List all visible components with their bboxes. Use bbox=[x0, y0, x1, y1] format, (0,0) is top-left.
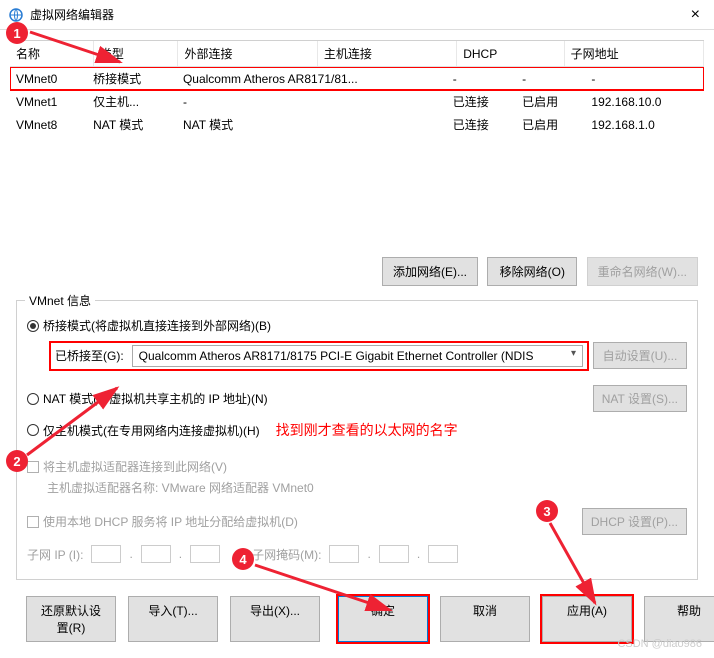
cell: NAT 模式 bbox=[177, 113, 447, 136]
callout-3: 3 bbox=[536, 500, 558, 522]
hostonly-mode-label: 仅主机模式(在专用网络内连接虚拟机)(H) bbox=[43, 422, 260, 439]
column-header[interactable]: 名称 bbox=[10, 41, 93, 67]
hostonly-mode-radio[interactable] bbox=[27, 424, 39, 436]
cell: VMnet8 bbox=[10, 113, 87, 136]
apply-button[interactable]: 应用(A) bbox=[542, 596, 632, 642]
close-button[interactable]: × bbox=[685, 6, 706, 24]
import-button[interactable]: 导入(T)... bbox=[128, 596, 218, 642]
subnet-ip-label: 子网 IP (I): bbox=[27, 546, 83, 563]
table-row[interactable]: VMnet8NAT 模式NAT 模式已连接已启用192.168.1.0 bbox=[10, 113, 704, 136]
cell: - bbox=[585, 67, 704, 90]
ok-button[interactable]: 确定 bbox=[338, 596, 428, 642]
annotation-text: 找到刚才查看的以太网的名字 bbox=[276, 420, 458, 440]
cell: 已启用 bbox=[516, 90, 585, 113]
watermark: CSDN @diao986 bbox=[617, 638, 702, 650]
bridge-mode-label: 桥接模式(将虚拟机直接连接到外部网络)(B) bbox=[43, 317, 271, 334]
subnet-mask-label: 子网掩码(M): bbox=[252, 546, 321, 563]
connect-host-adapter-label: 将主机虚拟适配器连接到此网络(V) bbox=[43, 458, 227, 475]
titlebar: 虚拟网络编辑器 × bbox=[0, 0, 714, 30]
rename-network-button: 重命名网络(W)... bbox=[587, 257, 698, 286]
nat-mode-radio[interactable] bbox=[27, 393, 39, 405]
vmnet-info-group: VMnet 信息 桥接模式(将虚拟机直接连接到外部网络)(B) 已桥接至(G):… bbox=[16, 300, 698, 580]
bridged-to-label: 已桥接至(G): bbox=[55, 347, 124, 364]
column-header[interactable]: 类型 bbox=[93, 41, 178, 67]
restore-defaults-button[interactable]: 还原默认设置(R) bbox=[26, 596, 116, 642]
cell: 已连接 bbox=[447, 113, 516, 136]
help-button[interactable]: 帮助 bbox=[644, 596, 714, 642]
remove-network-button[interactable]: 移除网络(O) bbox=[487, 257, 577, 286]
cell: Qualcomm Atheros AR8171/81... bbox=[177, 67, 447, 90]
subnet-ip-field-2 bbox=[141, 545, 171, 563]
auto-settings-button: 自动设置(U)... bbox=[593, 342, 687, 369]
callout-4: 4 bbox=[232, 548, 254, 570]
window-title: 虚拟网络编辑器 bbox=[30, 6, 685, 23]
nat-mode-label: NAT 模式(与虚拟机共享主机的 IP 地址)(N) bbox=[43, 390, 268, 407]
adapter-value: Qualcomm Atheros AR8171/8175 PCI-E Gigab… bbox=[139, 349, 534, 363]
subnet-ip-field-3 bbox=[190, 545, 220, 563]
subnet-mask-field-2 bbox=[379, 545, 409, 563]
connect-host-adapter-checkbox bbox=[27, 461, 39, 473]
cell: 已启用 bbox=[516, 113, 585, 136]
nat-settings-button: NAT 设置(S)... bbox=[593, 385, 687, 412]
cell: NAT 模式 bbox=[87, 113, 177, 136]
callout-2: 2 bbox=[6, 450, 28, 472]
host-adapter-name: 主机虚拟适配器名称: VMware 网络适配器 VMnet0 bbox=[27, 479, 687, 496]
add-network-button[interactable]: 添加网络(E)... bbox=[382, 257, 478, 286]
column-header[interactable]: 外部连接 bbox=[178, 41, 317, 67]
cell: 192.168.10.0 bbox=[585, 90, 704, 113]
column-header[interactable]: DHCP bbox=[457, 41, 564, 67]
subnet-mask-field-1 bbox=[329, 545, 359, 563]
export-button[interactable]: 导出(X)... bbox=[230, 596, 320, 642]
network-icon bbox=[8, 7, 24, 23]
subnet-ip-field-1 bbox=[91, 545, 121, 563]
bridge-mode-radio[interactable] bbox=[27, 320, 39, 332]
cell: - bbox=[177, 90, 447, 113]
cell: 已连接 bbox=[447, 90, 516, 113]
cancel-button[interactable]: 取消 bbox=[440, 596, 530, 642]
cell: - bbox=[516, 67, 585, 90]
cell: VMnet1 bbox=[10, 90, 87, 113]
dhcp-checkbox bbox=[27, 516, 39, 528]
column-header[interactable]: 主机连接 bbox=[317, 41, 456, 67]
table-row[interactable]: VMnet0桥接模式Qualcomm Atheros AR8171/81...-… bbox=[10, 67, 704, 90]
cell: 仅主机... bbox=[87, 90, 177, 113]
subnet-mask-field-3 bbox=[428, 545, 458, 563]
cell: - bbox=[447, 67, 516, 90]
callout-1: 1 bbox=[6, 22, 28, 44]
adapter-select[interactable]: Qualcomm Atheros AR8171/8175 PCI-E Gigab… bbox=[132, 345, 583, 367]
cell: VMnet0 bbox=[10, 67, 87, 90]
table-row[interactable]: VMnet1仅主机...-已连接已启用192.168.10.0 bbox=[10, 90, 704, 113]
cell: 桥接模式 bbox=[87, 67, 177, 90]
group-title: VMnet 信息 bbox=[25, 292, 95, 309]
column-header[interactable]: 子网地址 bbox=[564, 41, 703, 67]
dhcp-settings-button: DHCP 设置(P)... bbox=[582, 508, 687, 535]
network-table: 名称类型外部连接主机连接DHCP子网地址 VMnet0桥接模式Qualcomm … bbox=[10, 40, 704, 247]
dhcp-checkbox-label: 使用本地 DHCP 服务将 IP 地址分配给虚拟机(D) bbox=[43, 513, 298, 530]
cell: 192.168.1.0 bbox=[585, 113, 704, 136]
